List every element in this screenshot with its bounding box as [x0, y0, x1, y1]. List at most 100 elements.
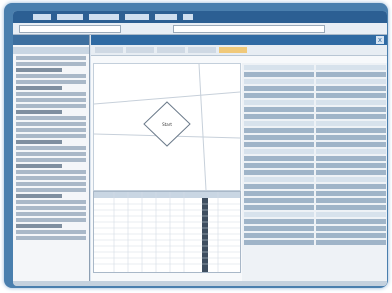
editor-panel: x Start [91, 35, 387, 283]
property-value[interactable] [316, 142, 386, 147]
tree-item[interactable] [16, 68, 62, 72]
tree-item[interactable] [16, 116, 86, 120]
tree-item[interactable] [16, 182, 86, 186]
tree-item[interactable] [16, 74, 86, 78]
tree-item[interactable] [16, 134, 86, 138]
menu-item-6[interactable] [183, 14, 193, 20]
property-value[interactable] [316, 240, 386, 245]
sidebar-tree [13, 35, 90, 281]
property-value[interactable] [316, 177, 386, 182]
property-value[interactable] [316, 86, 386, 91]
tree-item[interactable] [16, 218, 86, 222]
menu-items [33, 12, 193, 22]
device-frame: x Start [4, 3, 388, 288]
path-input[interactable] [19, 25, 121, 33]
property-value[interactable] [316, 149, 386, 154]
property-value[interactable] [316, 219, 386, 224]
tree-item[interactable] [16, 146, 86, 150]
property-cell [244, 163, 314, 168]
tab-active[interactable] [219, 47, 247, 53]
tree-item[interactable] [16, 224, 62, 228]
menu-item-1[interactable] [33, 14, 51, 20]
property-cell [244, 184, 314, 189]
tree-item[interactable] [16, 152, 86, 156]
editor-titlebar: x [91, 35, 387, 45]
property-value[interactable] [316, 100, 386, 105]
property-cell [244, 205, 314, 210]
tab-4[interactable] [188, 47, 216, 53]
tree-item[interactable] [16, 56, 86, 60]
tab-1[interactable] [95, 47, 123, 53]
tree-item[interactable] [16, 200, 86, 204]
tree-item[interactable] [16, 170, 86, 174]
property-value[interactable] [316, 163, 386, 168]
property-value[interactable] [316, 198, 386, 203]
tree-item[interactable] [16, 110, 62, 114]
close-icon[interactable]: x [376, 36, 384, 44]
property-value[interactable] [316, 65, 386, 70]
tree-item[interactable] [16, 86, 62, 90]
property-value[interactable] [316, 79, 386, 84]
status-bar [13, 281, 387, 286]
property-cell [244, 149, 314, 154]
tree-item[interactable] [16, 188, 86, 192]
property-value[interactable] [316, 93, 386, 98]
property-value[interactable] [316, 114, 386, 119]
property-value[interactable] [316, 72, 386, 77]
tree-item[interactable] [16, 164, 62, 168]
search-input[interactable] [173, 25, 325, 33]
property-value[interactable] [316, 233, 386, 238]
menu-item-5[interactable] [155, 14, 177, 20]
property-value[interactable] [316, 226, 386, 231]
tree-item[interactable] [16, 230, 86, 234]
tab-2[interactable] [126, 47, 154, 53]
property-cell [244, 100, 314, 105]
property-value[interactable] [316, 156, 386, 161]
tree-item[interactable] [16, 158, 86, 162]
property-value[interactable] [316, 205, 386, 210]
editor-tabs [91, 45, 387, 56]
property-cell [244, 233, 314, 238]
edge-line [198, 63, 207, 191]
tree-item[interactable] [16, 98, 86, 102]
property-cell [244, 93, 314, 98]
tree-item[interactable] [16, 62, 86, 66]
property-value[interactable] [316, 107, 386, 112]
property-value[interactable] [316, 212, 386, 217]
tree-item[interactable] [16, 236, 86, 240]
tree-item[interactable] [16, 122, 86, 126]
sidebar-subheader [13, 47, 89, 54]
tree-item[interactable] [16, 128, 86, 132]
grid-scrollbar[interactable] [202, 198, 208, 272]
property-value[interactable] [316, 170, 386, 175]
property-value[interactable] [316, 135, 386, 140]
menu-item-4[interactable] [125, 14, 149, 20]
property-cell [244, 177, 314, 182]
diagram-canvas[interactable]: Start [93, 63, 241, 191]
property-value[interactable] [316, 191, 386, 196]
property-cell [244, 121, 314, 126]
data-grid[interactable] [93, 191, 241, 273]
property-cell [244, 191, 314, 196]
tree-item[interactable] [16, 92, 86, 96]
property-cell [244, 226, 314, 231]
property-cell [244, 219, 314, 224]
tree-item[interactable] [16, 194, 62, 198]
property-value[interactable] [316, 121, 386, 126]
property-cell [244, 128, 314, 133]
tree-item[interactable] [16, 212, 86, 216]
node-label: Start [162, 122, 172, 127]
menu-item-2[interactable] [57, 14, 83, 20]
tree-item[interactable] [16, 176, 86, 180]
tree-item[interactable] [16, 104, 86, 108]
property-value[interactable] [316, 128, 386, 133]
property-cell [244, 142, 314, 147]
property-value[interactable] [316, 184, 386, 189]
tab-3[interactable] [157, 47, 185, 53]
menu-item-3[interactable] [89, 14, 119, 20]
menu-bar [13, 11, 387, 23]
tree-item[interactable] [16, 80, 86, 84]
tree-item[interactable] [16, 206, 86, 210]
tree-item[interactable] [16, 140, 62, 144]
property-labels-column [244, 63, 314, 247]
